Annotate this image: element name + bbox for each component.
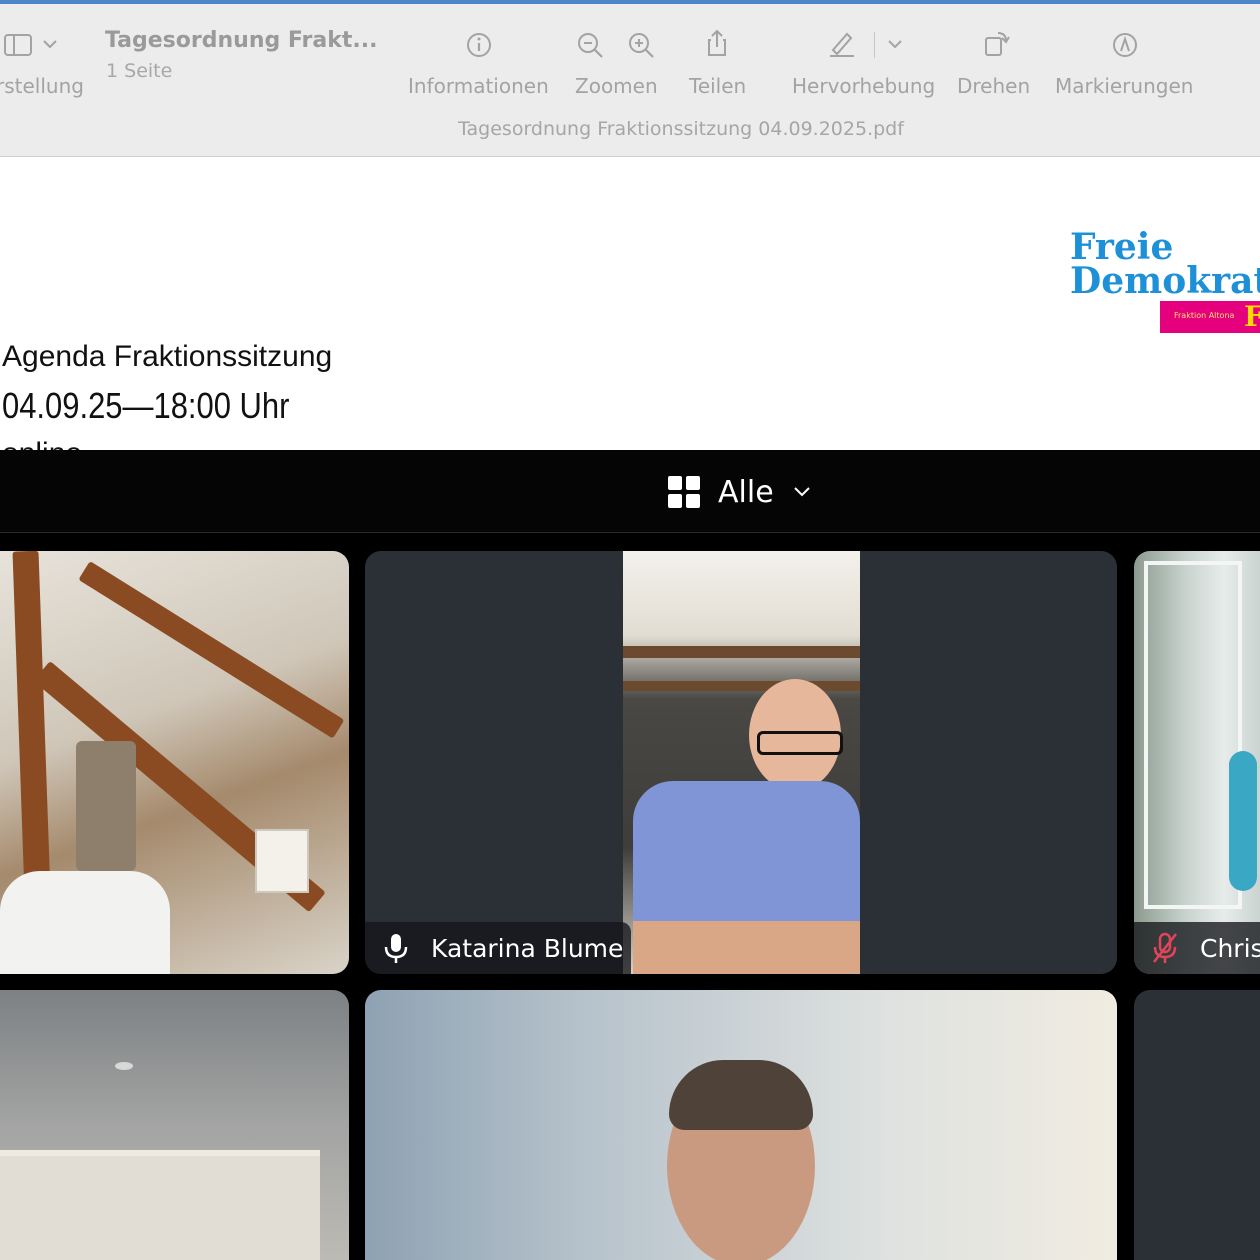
view-label[interactable]: rstellung [0, 74, 84, 98]
info-icon[interactable] [464, 30, 494, 60]
participant-video-tile[interactable] [0, 990, 349, 1260]
participant-name-tag: Chris [1134, 922, 1260, 974]
hanging-bag [76, 741, 136, 871]
view-mode-label: Alle [718, 474, 774, 510]
grid-view-icon [668, 476, 700, 508]
info-button-label[interactable]: Informationen [408, 74, 549, 98]
zoom-in-icon[interactable] [626, 30, 656, 60]
agenda-title: Agenda Fraktionssitzung [2, 340, 333, 373]
participant-arms [633, 921, 860, 974]
rotate-button-label[interactable]: Drehen [957, 74, 1030, 98]
pdf-page: Freie Demokraten Fraktion Altona FDP Age… [0, 157, 1260, 450]
file-name: Tagesordnung Fraktionssitzung 04.09.2025… [458, 118, 904, 140]
vase [1229, 751, 1257, 891]
share-button-label[interactable]: Teilen [689, 74, 746, 98]
zoom-button-label[interactable]: Zoomen [575, 74, 658, 98]
preview-toolbar: rstellung Tagesordnung Frakt... 1 Seite … [0, 0, 1260, 157]
video-meeting-area: Alle Katarina Blume Chris [0, 450, 1260, 1260]
chevron-down-icon [793, 487, 810, 497]
muted-microphone-icon [1153, 932, 1177, 963]
ceiling-beam [623, 646, 860, 658]
highlight-menu-chevron-icon[interactable] [885, 34, 905, 54]
highlight-button-label[interactable]: Hervorhebung [792, 74, 935, 98]
logo-text-demokraten: Demokraten [1070, 260, 1260, 302]
markup-icon[interactable] [1110, 30, 1140, 60]
participant-video-tile[interactable]: Katarina Blume [365, 551, 1117, 974]
participant-video-tile[interactable] [365, 990, 1117, 1260]
ceiling-light [115, 1062, 133, 1070]
participant-name: Katarina Blume [431, 933, 624, 963]
microphone-icon [384, 934, 408, 963]
participant-name-tag: Katarina Blume [365, 922, 632, 974]
glasses [757, 731, 843, 755]
markup-button-label[interactable]: Markierungen [1055, 74, 1193, 98]
agenda-location: online [2, 437, 82, 450]
gallery-view-button[interactable]: Alle [668, 472, 810, 512]
participant-camera-feed [623, 551, 860, 974]
sidebar-toggle-icon[interactable] [4, 30, 34, 60]
cabinet [0, 1150, 320, 1260]
page-count: 1 Seite [106, 60, 173, 82]
participant-video-tile[interactable]: Chris [1134, 551, 1260, 974]
toolbar-divider [874, 32, 875, 58]
document-title: Tagesordnung Frakt... [105, 28, 378, 53]
zoom-out-icon[interactable] [575, 30, 605, 60]
highlight-pen-icon[interactable] [827, 28, 857, 58]
window-top-edge [0, 0, 1260, 4]
window-frame [1144, 561, 1242, 909]
logo-bar: Fraktion Altona FDP [1160, 301, 1260, 333]
meeting-header: Alle [0, 450, 1260, 533]
agenda-datetime: 04.09.25—18:00 Uhr [2, 385, 290, 426]
logo-bar-big-text: FDP [1244, 300, 1260, 333]
roof-beam [78, 561, 345, 739]
participant-hair [669, 1060, 813, 1130]
view-menu-chevron-icon[interactable] [40, 34, 60, 54]
ceiling-beam [623, 681, 860, 691]
participant-video-tile[interactable] [0, 551, 349, 974]
participant-video-tile[interactable] [1134, 990, 1260, 1260]
window [255, 829, 309, 893]
person-shoulder [0, 871, 170, 974]
rotate-icon[interactable] [982, 28, 1012, 58]
logo-bar-small-text: Fraktion Altona [1174, 311, 1235, 320]
participant-name: Chris [1200, 933, 1260, 963]
share-icon[interactable] [702, 28, 732, 58]
